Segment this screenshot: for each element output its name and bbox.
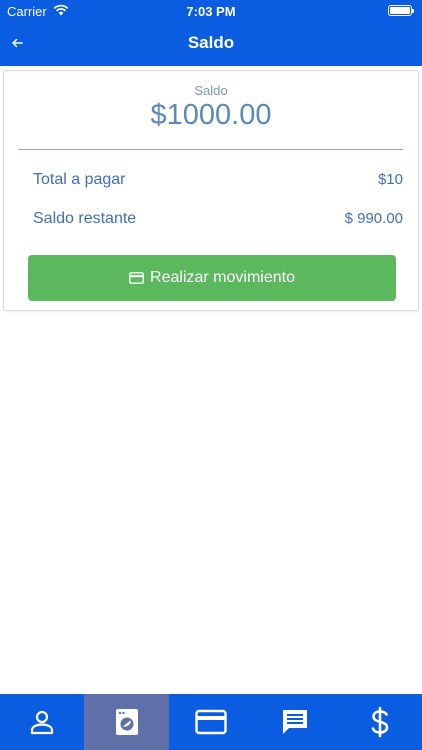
balance-card: Saldo $1000.00 Total a pagar $10 Saldo r… [3,70,419,311]
tab-profile[interactable] [0,694,84,750]
status-bar: Carrier 7:03 PM [0,0,422,22]
tab-payments[interactable] [169,694,253,750]
battery-icon [388,5,414,16]
page-title: Saldo [187,33,235,52]
person-icon [31,710,54,735]
credit-card-icon [195,709,227,735]
remaining-balance-value: $ 990.00 [344,210,403,227]
dollar-icon [371,706,389,738]
total-to-pay-value: $10 [377,171,403,188]
nav-bar: Saldo [0,22,422,66]
remaining-balance-label: Saldo restante [33,210,137,227]
divider [19,149,403,150]
balance-label: Saldo [194,83,228,98]
tab-messages[interactable] [253,694,337,750]
chat-icon [283,710,308,734]
app-header: Carrier 7:03 PM Saldo [0,0,422,66]
tab-laundry[interactable] [84,694,169,750]
make-movement-label: Realizar movimiento [150,269,295,286]
balance-value: $1000.00 [150,99,272,131]
screen: Carrier 7:03 PM Saldo Saldo $1000.00 Tot [0,0,422,750]
make-movement-button[interactable]: Realizar movimiento [28,255,396,301]
credit-card-icon [129,272,144,284]
tab-balance[interactable] [338,694,422,750]
status-time: 7:03 PM [186,4,236,19]
bottom-tab-bar [0,694,422,750]
total-to-pay-label: Total a pagar [33,171,126,188]
washing-machine-icon [115,709,138,735]
